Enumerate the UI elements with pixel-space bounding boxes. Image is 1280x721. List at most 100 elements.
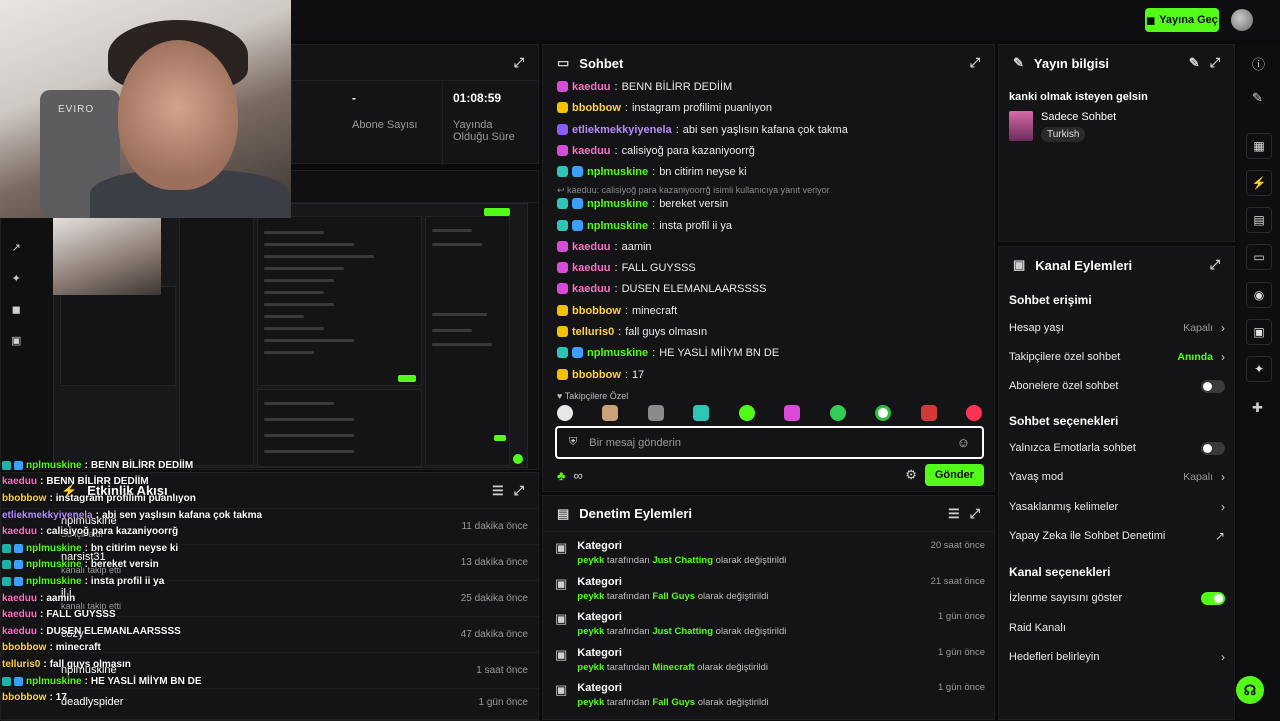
chat-separator: : bbox=[624, 101, 628, 114]
subscriber-badge-icon bbox=[14, 460, 23, 470]
filter-icon[interactable]: ☰ bbox=[948, 506, 960, 522]
moderation-row-desc: peykk tarafından Just Chatting olarak de… bbox=[577, 626, 786, 637]
rail-activity-button[interactable]: ⚡ bbox=[1246, 170, 1272, 196]
emote[interactable] bbox=[965, 405, 982, 421]
chat-username[interactable]: nplmuskine bbox=[587, 347, 648, 359]
chat-input-box[interactable]: ⛨ Bir mesaj gönderin ☺ bbox=[555, 426, 984, 459]
subs-only-toggle[interactable] bbox=[1201, 379, 1225, 393]
send-button[interactable]: Gönder bbox=[924, 464, 984, 486]
emote[interactable] bbox=[557, 405, 573, 421]
help-button[interactable]: ☊ bbox=[1236, 676, 1264, 704]
emote[interactable] bbox=[875, 405, 892, 421]
overlay-text: BENN BİLİRR DEDİİM bbox=[90, 459, 194, 471]
overlay-separator: : bbox=[49, 492, 53, 504]
edit-icon[interactable]: ✎ bbox=[1252, 90, 1263, 106]
overlay-separator: : bbox=[84, 542, 88, 554]
subscriber-badge-icon bbox=[572, 347, 583, 359]
rail-preview-button[interactable]: ◉ bbox=[1246, 282, 1272, 308]
filter-icon[interactable]: ☰ bbox=[492, 483, 504, 499]
chat-text: aamin bbox=[621, 240, 652, 253]
moderator-name[interactable]: peykk bbox=[577, 626, 604, 637]
info-icon[interactable]: ⓘ bbox=[1252, 54, 1265, 73]
emote[interactable] bbox=[829, 405, 846, 421]
moderator-name[interactable]: peykk bbox=[577, 697, 604, 708]
overlay-username: kaeduu bbox=[2, 609, 38, 621]
emote[interactable] bbox=[647, 405, 664, 421]
chat-username[interactable]: kaeduu bbox=[572, 283, 611, 295]
moderator-name[interactable]: peykk bbox=[577, 591, 604, 602]
chat-username[interactable]: bbobbow bbox=[572, 305, 621, 317]
setting-ai-moderation[interactable]: Yapay Zeka ile Sohbet Denetimi ↗ bbox=[1009, 525, 1225, 547]
chat-username[interactable]: kaeduu bbox=[572, 81, 611, 93]
emote[interactable] bbox=[920, 405, 937, 421]
user-badge-icon bbox=[557, 262, 568, 274]
moderation-row-suffix: olarak değiştirildi bbox=[697, 661, 768, 673]
expand-icon[interactable]: ⤢ bbox=[514, 483, 524, 499]
chat-username[interactable]: nplmuskine bbox=[587, 198, 648, 210]
setting-goals[interactable]: Hedefleri belirleyin › bbox=[1009, 646, 1225, 668]
chart-icon[interactable]: ↗ bbox=[11, 241, 21, 254]
tools-icon[interactable]: ▣ bbox=[11, 334, 21, 347]
overlay-chat-line: nplmuskine : HE YASLİ MİİYM BN DE bbox=[0, 673, 280, 690]
expand-icon[interactable]: ⤢ bbox=[514, 55, 524, 71]
setting-account-age[interactable]: Hesap yaşı Kapalı › bbox=[1009, 317, 1225, 339]
expand-icon[interactable]: ⤢ bbox=[1210, 257, 1220, 273]
lightning-icon: ⚡ bbox=[1251, 176, 1267, 190]
chat-username[interactable]: bbobbow bbox=[572, 102, 621, 114]
rail-moderation-button[interactable]: ▤ bbox=[1246, 207, 1272, 233]
setting-raid[interactable]: Raid Kanalı bbox=[1009, 617, 1225, 639]
overlay-text: abi sen yaşlısın kafana çok takma bbox=[101, 509, 263, 521]
expand-icon[interactable]: ⤢ bbox=[970, 506, 980, 522]
settings-gear-icon[interactable]: ⚙ bbox=[905, 467, 917, 483]
emotes-only-toggle[interactable] bbox=[1201, 441, 1225, 455]
emote[interactable] bbox=[693, 405, 710, 421]
moderation-actions-panel: ▤ Denetim Eylemleri ☰ ⤢ ▣ Kategori peykk t… bbox=[542, 495, 995, 720]
chat-username[interactable]: kaeduu bbox=[572, 145, 611, 157]
emoji-icon[interactable]: ☺ bbox=[957, 435, 970, 450]
rail-stats-button[interactable]: ▦ bbox=[1246, 133, 1272, 159]
edit-icon[interactable]: ✎ bbox=[1189, 55, 1200, 71]
setting-followers-only[interactable]: Takipçilere özel sohbet Anında › bbox=[1009, 346, 1225, 368]
chat-username[interactable]: nplmuskine bbox=[587, 220, 648, 232]
emote[interactable] bbox=[602, 405, 619, 421]
stream-title: kanki olmak isteyen gelsin bbox=[1009, 91, 1148, 103]
rail-channel-actions-button[interactable]: ▣ bbox=[1246, 319, 1272, 345]
preview-stats-col bbox=[179, 216, 254, 466]
chat-username[interactable]: bbobbow bbox=[572, 369, 621, 381]
chat-message: nplmuskine: bereket versin bbox=[557, 193, 728, 214]
go-live-button[interactable]: ◼ Yayına Geç bbox=[1145, 8, 1219, 32]
moderation-row-middle: tarafından bbox=[606, 555, 650, 566]
chat-username[interactable]: nplmuskine bbox=[587, 166, 648, 178]
emote[interactable] bbox=[738, 405, 755, 421]
infinity-icon[interactable]: ∞ bbox=[574, 468, 583, 483]
chat-footer: ♣ ∞ ⚙ Gönder bbox=[557, 464, 984, 486]
overlay-chat-line: bbobbow : 17 bbox=[0, 689, 280, 706]
user-badge-icon bbox=[557, 166, 568, 178]
expand-icon[interactable]: ⤢ bbox=[1210, 55, 1220, 71]
chat-input-placeholder[interactable]: Bir mesaj gönderin bbox=[589, 437, 944, 449]
overlay-username: kaeduu bbox=[2, 526, 38, 538]
expand-icon[interactable]: ⤢ bbox=[970, 55, 980, 71]
setting-banned-words[interactable]: Yasaklanmış kelimeler › bbox=[1009, 496, 1225, 518]
emote[interactable] bbox=[784, 405, 801, 421]
add-widget-icon[interactable]: ✚ bbox=[1252, 400, 1263, 416]
headset-icon: ☊ bbox=[1243, 681, 1257, 698]
kick-points-icon[interactable]: ♣ bbox=[557, 468, 566, 483]
user-badge-icon bbox=[2, 460, 11, 470]
moderator-name[interactable]: peykk bbox=[577, 662, 604, 673]
setting-slow-mode[interactable]: Yavaş mod Kapalı › bbox=[1009, 466, 1225, 488]
moderator-name[interactable]: peykk bbox=[577, 555, 604, 566]
preview-inner-screen bbox=[60, 286, 176, 386]
wrench-icon[interactable]: ✦ bbox=[11, 272, 21, 285]
rail-chat-button[interactable]: ▭ bbox=[1246, 244, 1272, 270]
chat-username[interactable]: kaeduu bbox=[572, 262, 611, 274]
chat-username[interactable]: telluris0 bbox=[572, 326, 614, 338]
rail-stream-info-button[interactable]: ✦ bbox=[1246, 356, 1272, 382]
chat-text: bereket versin bbox=[659, 197, 729, 210]
users-icon[interactable]: ◼ bbox=[11, 303, 21, 316]
show-viewers-toggle[interactable] bbox=[1201, 591, 1225, 605]
chat-username[interactable]: kaeduu bbox=[572, 241, 611, 253]
chat-username[interactable]: etliekmekkyiyenela bbox=[572, 124, 672, 136]
user-badge-icon bbox=[557, 326, 568, 338]
user-avatar[interactable] bbox=[1231, 9, 1253, 31]
